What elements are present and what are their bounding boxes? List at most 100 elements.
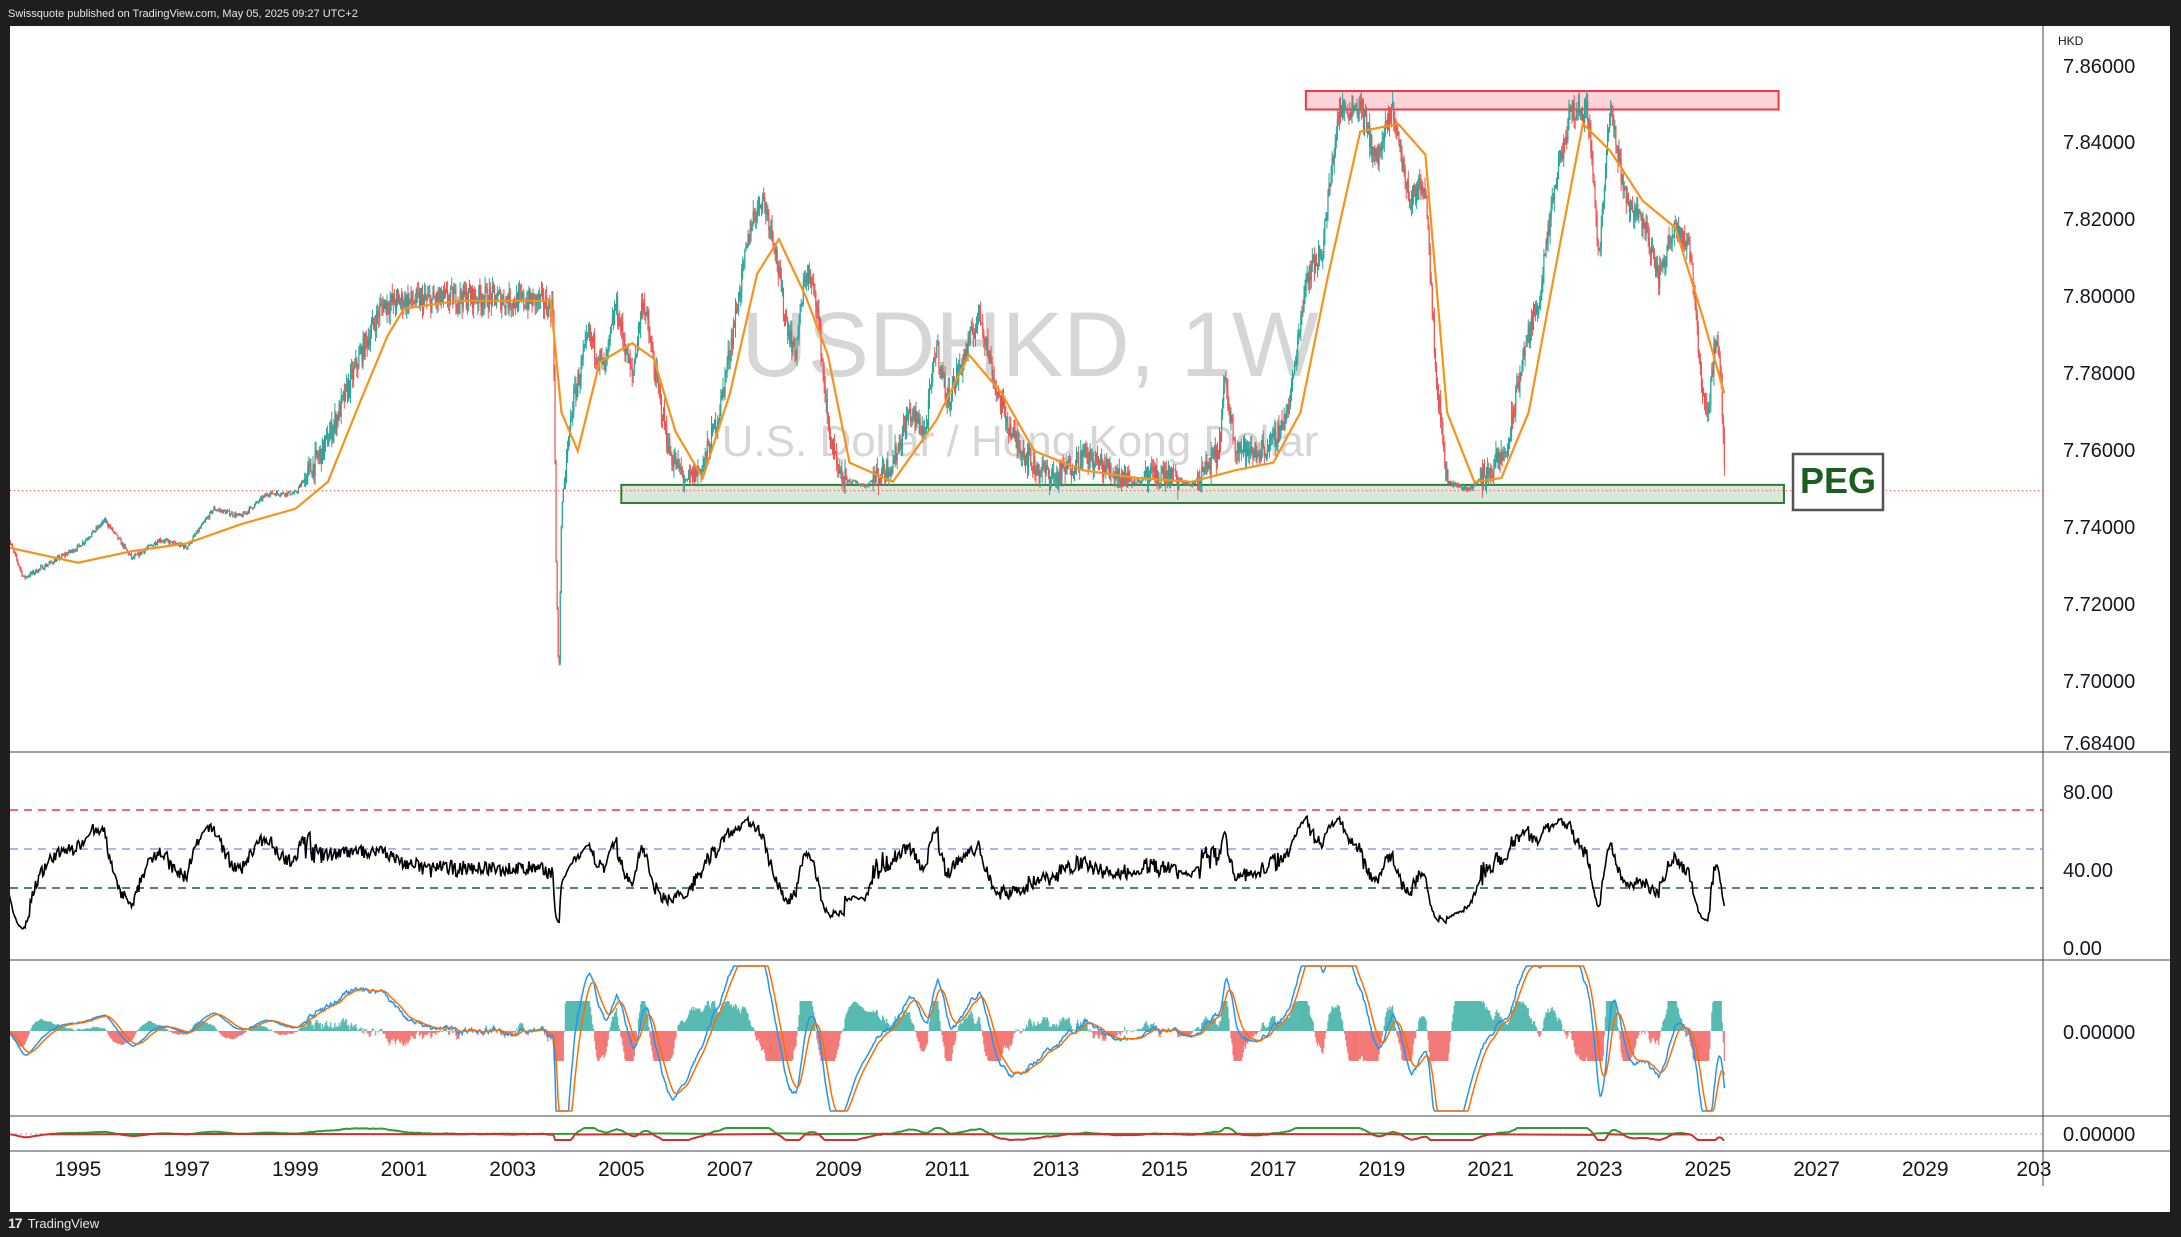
- candle-body: [693, 466, 695, 482]
- chart-svg[interactable]: USDHKD, 1W U.S. Dollar / Hong Kong Dolla…: [6, 26, 2170, 1212]
- candle-body: [562, 489, 564, 502]
- candle-body: [106, 521, 109, 525]
- candle-body: [1519, 372, 1521, 391]
- candle-body: [1273, 433, 1275, 436]
- candle-body: [702, 466, 704, 468]
- macd-histogram-bar: [245, 1031, 247, 1033]
- candle-body: [138, 552, 140, 557]
- candle-body: [1282, 428, 1284, 430]
- candle-body: [1467, 488, 1469, 491]
- macd-histogram-bar: [926, 1031, 929, 1044]
- candle-body: [134, 555, 136, 558]
- candle-body: [1517, 382, 1519, 384]
- candle-body: [1408, 198, 1410, 202]
- candle-body: [54, 559, 56, 562]
- macd-histogram-bar: [516, 1031, 519, 1032]
- candle-body: [1012, 428, 1014, 437]
- candle-body: [168, 540, 170, 544]
- candle-body: [1574, 117, 1576, 121]
- candle-body: [1491, 476, 1493, 478]
- candle-body: [1287, 405, 1289, 414]
- candle-body: [143, 551, 145, 553]
- candle-body: [1531, 317, 1534, 330]
- candle-body: [274, 493, 277, 496]
- candle-body: [1504, 451, 1506, 453]
- candle-body: [989, 353, 991, 362]
- candle-body: [66, 553, 68, 555]
- macd-histogram-bar: [360, 1027, 362, 1031]
- candle-body: [387, 302, 389, 311]
- candle-body: [1152, 470, 1154, 472]
- candle-body: [108, 525, 111, 527]
- candle-body: [1360, 101, 1362, 109]
- candle-body: [17, 559, 19, 564]
- price-tick: 7.68400: [2063, 733, 2135, 755]
- candle-body: [330, 422, 332, 433]
- candle-body: [446, 290, 449, 302]
- candle-body: [801, 304, 803, 306]
- candle-body: [1605, 152, 1608, 175]
- candle-body: [1553, 187, 1555, 201]
- candle-body: [83, 541, 86, 544]
- price-tick: 7.70000: [2063, 671, 2135, 693]
- candle-body: [398, 298, 401, 306]
- candle-body: [51, 562, 53, 564]
- candle-body: [790, 330, 792, 345]
- candle-body: [984, 338, 986, 345]
- candle-body: [288, 491, 290, 493]
- candle-body: [585, 335, 587, 340]
- candle-body: [365, 333, 367, 339]
- candle-body: [295, 491, 297, 493]
- macd-histogram-bar: [370, 1031, 373, 1033]
- candle-body: [238, 513, 240, 515]
- candle-body: [149, 545, 151, 546]
- candle-body: [1558, 158, 1561, 159]
- candle-body: [1460, 485, 1463, 489]
- candle-body: [32, 571, 35, 574]
- candle-body: [137, 552, 139, 555]
- candle-body: [902, 424, 905, 433]
- candle-body: [463, 285, 465, 296]
- candle-body: [1315, 263, 1318, 267]
- candle-body: [129, 554, 132, 555]
- candle-body: [628, 356, 630, 364]
- candle-body: [359, 352, 361, 355]
- candle-body: [851, 480, 853, 484]
- candle-body: [1268, 439, 1271, 449]
- candle-body: [88, 538, 90, 540]
- candle-body: [415, 289, 417, 303]
- macd-histogram-bar: [441, 1031, 444, 1033]
- candle-body: [844, 469, 846, 488]
- candle-body: [239, 513, 241, 515]
- candle-body: [1302, 310, 1304, 312]
- candle-body: [1618, 150, 1620, 163]
- resistance-zone[interactable]: [1304, 90, 1780, 111]
- macd-histogram-bar: [1563, 1029, 1565, 1031]
- candle-body: [38, 568, 40, 573]
- candle-body: [1403, 159, 1405, 169]
- time-tick: 2019: [1359, 1158, 1406, 1181]
- candle-body: [829, 432, 832, 447]
- candle-body: [235, 513, 237, 517]
- support-zone[interactable]: [620, 483, 1785, 504]
- candle-body: [28, 576, 30, 577]
- candle-body: [833, 443, 836, 453]
- candle-body: [465, 290, 467, 308]
- candle-body: [49, 561, 51, 564]
- candle-body: [744, 250, 746, 261]
- candle-body: [726, 362, 728, 373]
- candle-body: [670, 454, 672, 456]
- candle-body: [684, 479, 687, 482]
- candle-body: [827, 415, 829, 420]
- candle-body: [184, 544, 186, 549]
- candle-body: [640, 302, 643, 315]
- candle-body: [424, 293, 426, 299]
- candle-body: [347, 381, 350, 399]
- candle-body: [89, 537, 91, 539]
- candle-body: [690, 471, 692, 475]
- candle-body: [1202, 466, 1204, 473]
- macd-histogram-bar: [365, 1028, 367, 1031]
- candle-body: [638, 325, 641, 329]
- candle-body: [715, 420, 717, 434]
- candle-body: [1405, 185, 1407, 189]
